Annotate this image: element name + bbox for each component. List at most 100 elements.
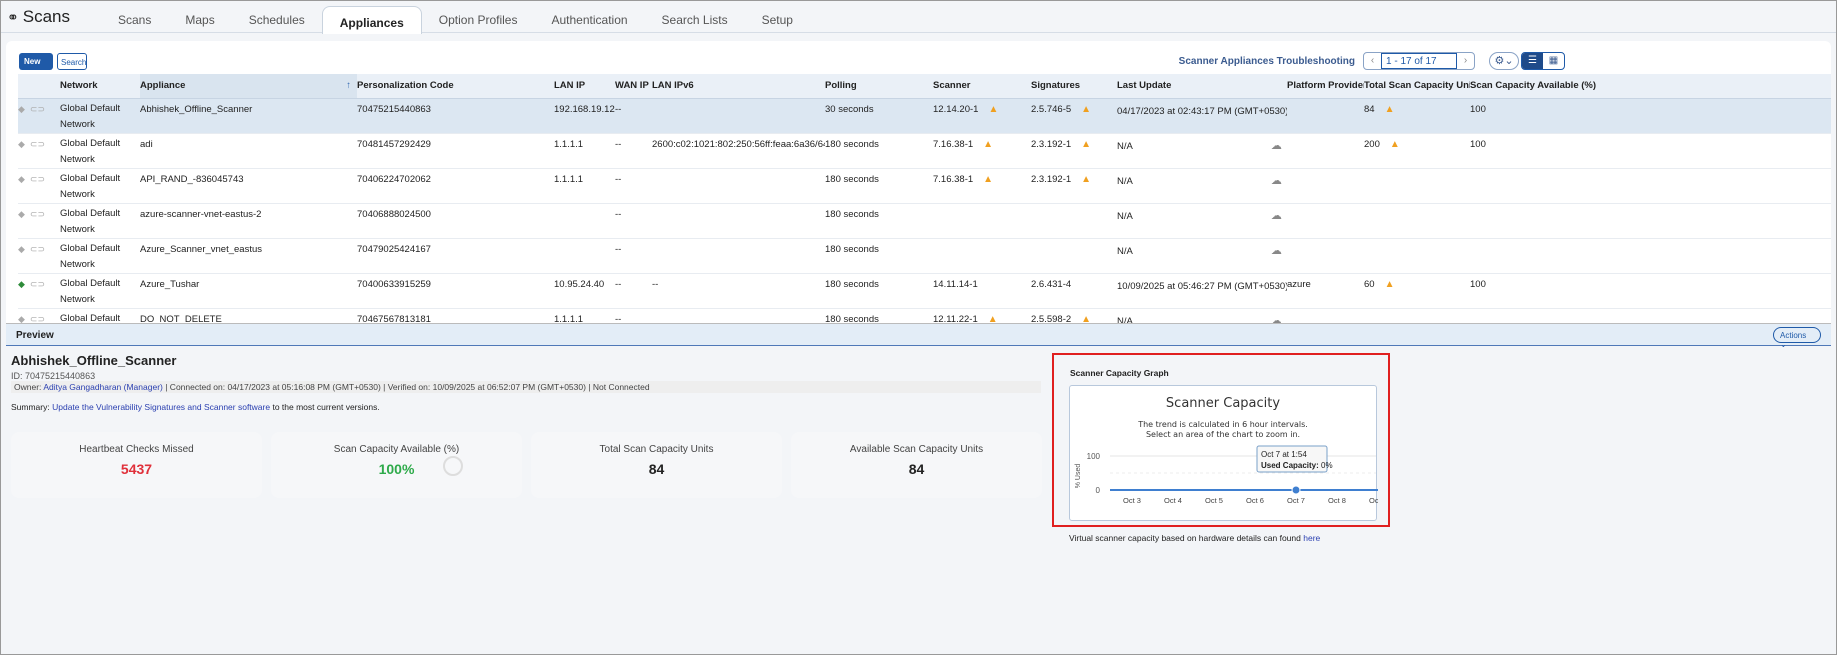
appliance-id: ID: 70475215440863 — [11, 371, 96, 381]
owner-link[interactable]: Aditya Gangadharan (Manager) — [43, 382, 163, 392]
table-row[interactable]: ◆ ⊂⊃ Global Default Network adi 704814572924… — [18, 133, 1831, 169]
table-row[interactable]: ◆ ⊂⊃ Global Default Network azure-scanner-v… — [18, 203, 1831, 239]
column-header[interactable]: LAN IPv6 — [652, 74, 825, 99]
table-row[interactable]: ◆ ⊂⊃ Global Default Network Abhishek_Offlin… — [18, 98, 1831, 134]
tab-search-lists[interactable]: Search Lists — [645, 1, 745, 33]
column-header[interactable]: Platform Provider — [1287, 74, 1364, 99]
cell-wan: -- — [615, 168, 652, 204]
sort-ascending-icon[interactable]: ↑ — [346, 80, 351, 91]
actions-button[interactable]: Actions ⌄ — [1773, 327, 1821, 349]
cell-avail — [1470, 168, 1831, 204]
cell-text: 1.1.1.1 — [554, 173, 584, 185]
column-header[interactable]: WAN IP — [615, 74, 652, 99]
cell-sig: 2.3.192-1 ▲ — [1031, 133, 1117, 169]
data-point — [1291, 485, 1301, 495]
column-header[interactable]: LAN IP — [554, 74, 615, 99]
next-page-icon[interactable]: › — [1457, 53, 1474, 69]
table-row[interactable]: ◆ ⊂⊃ Global Default DO_NOT_DELETE 7046756781… — [18, 308, 1831, 324]
column-header[interactable]: Last Update — [1117, 74, 1287, 99]
row-icons: ◆ ⊂⊃ — [18, 133, 60, 169]
table-row[interactable]: ◆ ⊂⊃ Global Default Network Azure_Scanner_v… — [18, 238, 1831, 274]
new-button[interactable]: New ⌄ — [19, 53, 53, 75]
cell-wan: -- — [615, 308, 652, 324]
cell-text: Azure_Tushar — [140, 278, 200, 290]
calendar-view-icon[interactable]: ▦ — [1543, 53, 1564, 69]
scanner-status-icon: ◆ — [18, 313, 25, 324]
scanner-status-icon: ◆ — [18, 103, 25, 114]
cell-avail — [1470, 238, 1831, 274]
tab-appliances[interactable]: Appliances — [321, 6, 422, 34]
warning-icon: ▲ — [1384, 103, 1395, 115]
graph-section-title: Scanner Capacity Graph — [1070, 368, 1169, 378]
app-title: Scans — [22, 7, 70, 26]
footer-text: Virtual scanner capacity based on hardwa… — [1069, 533, 1301, 543]
tab-maps[interactable]: Maps — [168, 1, 231, 33]
cell-scanner: 7.16.38-1 ▲ — [933, 168, 1031, 204]
cell-lan: 10.95.24.40 — [554, 273, 615, 309]
y-axis-label: % Used — [1075, 464, 1082, 489]
cell-text: 84 — [1364, 103, 1375, 115]
cloud-icon: ☁ — [1267, 139, 1282, 152]
column-header[interactable]: Polling — [825, 74, 933, 99]
tab-schedules[interactable]: Schedules — [232, 1, 322, 33]
cell-network: Global Default Network — [60, 98, 140, 134]
cell-ipv6 — [652, 168, 825, 204]
y-tick-label: 100 — [1087, 452, 1101, 461]
table-row[interactable]: ◆ ⊂⊃ Global Default Network Azure_Tushar 704… — [18, 273, 1831, 309]
prev-page-icon[interactable]: ‹ — [1364, 53, 1381, 69]
list-view-icon[interactable]: ☰ — [1522, 53, 1543, 69]
tab-setup[interactable]: Setup — [745, 1, 810, 33]
cell-text: 100 — [1470, 138, 1486, 150]
row-icons: ◆ ⊂⊃ — [18, 168, 60, 204]
cell-scanner: 12.14.20-1 ▲ — [933, 98, 1031, 134]
x-tick-label: Oct 6 — [1246, 496, 1264, 505]
tab-scans[interactable]: Scans — [101, 1, 168, 33]
cell-code: 70481457292429 — [357, 133, 554, 169]
cell-sig: 2.3.192-1 ▲ — [1031, 168, 1117, 204]
link-icon: ⊂⊃ — [29, 208, 46, 219]
summary-label: Summary: — [11, 402, 50, 412]
column-header[interactable]: Signatures — [1031, 74, 1117, 99]
cell-ipv6 — [652, 98, 825, 134]
connection-info: | Connected on: 04/17/2023 at 05:16:08 P… — [165, 382, 650, 392]
cell-update: N/A ☁ — [1117, 203, 1287, 239]
preview-label: Preview — [16, 330, 54, 341]
cell-text: 10.95.24.40 — [554, 278, 605, 290]
warning-icon: ▲ — [1384, 278, 1395, 290]
column-header[interactable]: Network — [60, 74, 140, 99]
cell-appliance: Azure_Tushar — [140, 273, 357, 309]
cell-text: azure-scanner-vnet-eastus-2 — [140, 208, 262, 220]
table-row[interactable]: ◆ ⊂⊃ Global Default Network API_RAND_-83604… — [18, 168, 1831, 204]
cell-ipv6: 2600:c02:1021:802:250:56ff:feaa:6a36/64 — [652, 133, 825, 169]
column-header[interactable]: Scan Capacity Available (%) — [1470, 74, 1831, 99]
tab-option-profiles[interactable]: Option Profiles — [422, 1, 535, 33]
here-link[interactable]: here — [1303, 533, 1320, 543]
column-header[interactable]: Personalization Code — [357, 74, 554, 99]
cell-text: 70406224702062 — [357, 173, 431, 185]
troubleshooting-link[interactable]: Scanner Appliances Troubleshooting — [1179, 56, 1355, 67]
column-header[interactable]: Scanner — [933, 74, 1031, 99]
cell-code: 70479025424167 — [357, 238, 554, 274]
column-header[interactable]: Total Scan Capacity Units — [1364, 74, 1470, 99]
settings-gear-icon[interactable]: ⚙⌄ — [1489, 52, 1519, 70]
pager-input[interactable]: 1 - 17 of 17 — [1381, 53, 1457, 69]
cell-ipv6 — [652, 238, 825, 274]
cell-lan: 1.1.1.1 — [554, 168, 615, 204]
cell-text: 200 — [1364, 138, 1380, 150]
column-header[interactable]: Appliance ↑ — [140, 74, 357, 99]
tab-bar: Scans Maps Schedules Appliances Option Profi… — [101, 1, 810, 34]
capacity-graph-section: Scanner Capacity Graph Scanner Capacity … — [1052, 353, 1390, 527]
cell-lan: 1.1.1.1 — [554, 308, 615, 324]
tab-authentication[interactable]: Authentication — [534, 1, 644, 33]
cell-text: 1.1.1.1 — [554, 138, 584, 150]
capacity-chart[interactable]: Scanner Capacity The trend is calculated… — [1069, 385, 1378, 521]
cell-polling: 180 seconds — [825, 238, 933, 274]
cell-text: Global Default Network — [60, 137, 121, 165]
update-link[interactable]: Update the Vulnerability Signatures and … — [52, 402, 270, 412]
cell-network: Global Default Network — [60, 238, 140, 274]
search-button[interactable]: Search — [57, 53, 87, 70]
cell-code: 70467567813181 — [357, 308, 554, 324]
cell-appliance: Azure_Scanner_vnet_eastus — [140, 238, 357, 274]
warning-icon: ▲ — [1081, 173, 1092, 185]
row-icons: ◆ ⊂⊃ — [18, 238, 60, 274]
